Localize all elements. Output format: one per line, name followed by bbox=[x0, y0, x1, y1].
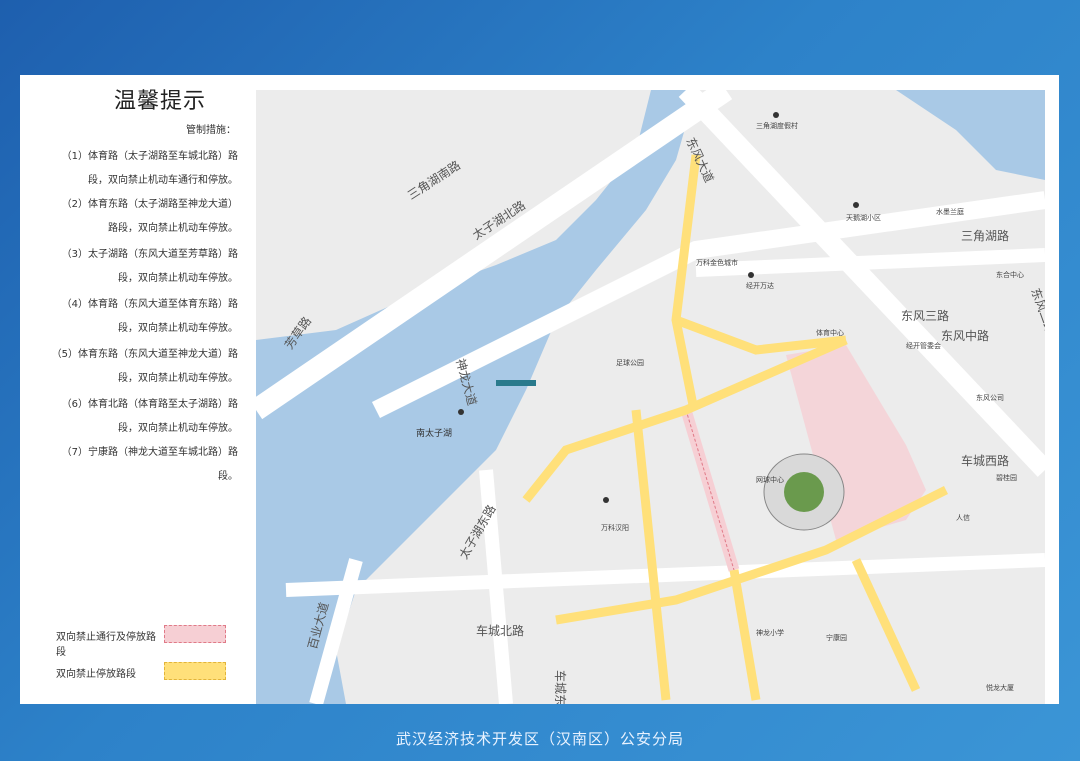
svg-text:宁康园: 宁康园 bbox=[826, 633, 847, 642]
measure-line: 段，双向禁止机动车停放。 bbox=[118, 273, 238, 284]
svg-text:东合中心: 东合中心 bbox=[996, 270, 1024, 279]
svg-text:悦龙大厦: 悦龙大厦 bbox=[986, 683, 1014, 692]
svg-text:足球公园: 足球公园 bbox=[616, 358, 644, 367]
road-label: 车城北路 bbox=[476, 623, 524, 638]
measure-line: （7）宁康路（神龙大道至车城北路）路 bbox=[61, 447, 238, 458]
svg-text:天鹅湖小区: 天鹅湖小区 bbox=[846, 213, 881, 222]
measure-line: （4）体育路（东风大道至体育东路）路 bbox=[61, 299, 238, 310]
svg-text:碧桂园: 碧桂园 bbox=[996, 473, 1017, 482]
road-label: 车城东路 bbox=[553, 670, 568, 704]
road-label: 东风中路 bbox=[941, 328, 989, 343]
road-lower bbox=[285, 553, 1045, 597]
measure-line: （6）体育北路（体育路至太子湖路）路 bbox=[61, 399, 238, 410]
road-label: 三角湖路 bbox=[961, 228, 1009, 243]
upper-lake bbox=[896, 90, 1045, 180]
svg-text:三角湖度假村: 三角湖度假村 bbox=[756, 121, 798, 130]
measure-line: 路段，双向禁止机动车停放。 bbox=[108, 223, 238, 234]
measure-line: 段，双向禁止机动车通行和停放。 bbox=[88, 175, 238, 186]
measure-line: （2）体育东路（太子湖路至神龙大道） bbox=[61, 199, 238, 210]
svg-text:体育中心: 体育中心 bbox=[816, 328, 844, 337]
traffic-map: 东风大道 太子湖北路 三角湖南路 芳草路 车城西路 车城北路 三角湖路 东风三路… bbox=[256, 90, 1045, 704]
svg-text:经开管委会: 经开管委会 bbox=[906, 341, 941, 350]
stadium-field bbox=[784, 472, 824, 512]
issuer-footer: 武汉经济技术开发区（汉南区）公安分局 bbox=[395, 730, 684, 748]
svg-text:水墨兰庭: 水墨兰庭 bbox=[936, 207, 964, 216]
measure-line: 段，双向禁止机动车停放。 bbox=[118, 323, 238, 334]
measure-line: 段。 bbox=[218, 471, 238, 482]
road-label: 东风大道 bbox=[683, 135, 716, 184]
svg-text:神龙小学: 神龙小学 bbox=[756, 628, 784, 637]
road-sanjiao bbox=[695, 248, 1045, 277]
legend-noparking-label: 双向禁止停放路段 bbox=[56, 669, 136, 680]
measure-line: 段，双向禁止机动车停放。 bbox=[118, 373, 238, 384]
lake-label: 南太子湖 bbox=[416, 427, 452, 439]
measures-heading: 管制措施： bbox=[186, 125, 236, 136]
tips-panel: 温馨提示 管制措施： （1）体育路（太子湖路至车城北路）路 段，双向禁止机动车通… bbox=[20, 75, 256, 704]
svg-text:网球中心: 网球中心 bbox=[756, 475, 784, 484]
legend-noparking-swatch bbox=[164, 662, 226, 680]
measure-line: （3）太子湖路（东风大道至芳草路）路 bbox=[61, 249, 238, 260]
measure-line: （1）体育路（太子湖路至车城北路）路 bbox=[61, 151, 238, 162]
measure-line: （5）体育东路（东风大道至神龙大道）路 bbox=[51, 349, 238, 360]
svg-text:万科汉阳: 万科汉阳 bbox=[601, 523, 629, 532]
svg-text:经开万达: 经开万达 bbox=[746, 281, 774, 290]
panel-title: 温馨提示 bbox=[113, 89, 206, 114]
road-label: 东风二路 bbox=[1028, 286, 1045, 336]
legend-closed-swatch bbox=[164, 625, 226, 643]
svg-text:人信: 人信 bbox=[956, 513, 970, 522]
road-label: 车城西路 bbox=[961, 453, 1009, 468]
svg-text:东风公司: 东风公司 bbox=[976, 393, 1004, 402]
road-label: 三角湖南路 bbox=[404, 157, 463, 202]
road-label: 东风三路 bbox=[901, 308, 949, 323]
notice-frame: 温馨提示 管制措施： （1）体育路（太子湖路至车城北路）路 段，双向禁止机动车通… bbox=[20, 75, 1059, 704]
measure-line: 段，双向禁止机动车停放。 bbox=[118, 423, 238, 434]
svg-text:万科金色城市: 万科金色城市 bbox=[696, 258, 738, 267]
map-canvas: 东风大道 太子湖北路 三角湖南路 芳草路 车城西路 车城北路 三角湖路 东风三路… bbox=[256, 90, 1045, 704]
boat-icon bbox=[496, 380, 536, 386]
legend-closed-label: 双向禁止通行及停放路段 bbox=[56, 632, 156, 658]
